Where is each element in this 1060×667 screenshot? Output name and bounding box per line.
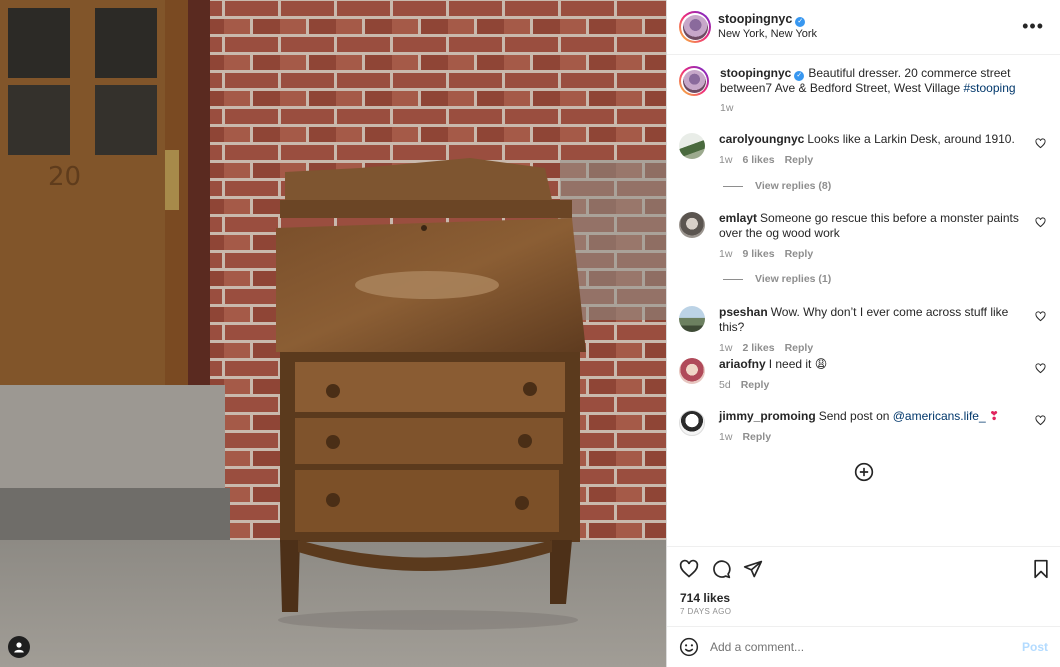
photo-illustration: 20 [0, 0, 666, 667]
view-replies-label: View replies (1) [755, 273, 832, 285]
post-button[interactable]: Post [1022, 640, 1048, 654]
plus-circle-icon[interactable] [854, 462, 874, 482]
comment-text: Send post on [818, 409, 893, 423]
comment-username[interactable]: carolyoungnyc [719, 132, 804, 146]
comment-time: 5d [719, 379, 731, 391]
caption-time: 1w [720, 102, 734, 114]
likes-count[interactable]: 714 likes [680, 591, 730, 605]
comment-time: 1w [719, 342, 733, 354]
view-replies-button[interactable]: View replies (1) [723, 273, 831, 285]
post-date: 7 DAYS AGO [680, 607, 732, 616]
comment-username[interactable]: pseshan [719, 305, 768, 319]
comment-username[interactable]: emlayt [719, 211, 757, 225]
bookmark-icon[interactable] [1031, 559, 1051, 579]
comment-icon[interactable] [711, 559, 731, 579]
comment-time: 1w [719, 248, 733, 260]
reply-button[interactable]: Reply [785, 342, 814, 354]
paper-plane-icon[interactable] [743, 559, 763, 579]
caption-username[interactable]: stoopingnyc [720, 66, 791, 80]
comment-item: jimmy_promoing Send post on @americans.li… [679, 409, 1048, 445]
comment-likes[interactable]: 6 likes [742, 154, 774, 166]
commenter-avatar[interactable] [679, 358, 705, 384]
emoji-icon[interactable] [679, 637, 699, 657]
comment-username[interactable]: jimmy_promoing [719, 409, 816, 423]
comment-composer: Post [667, 626, 1060, 667]
view-replies-button[interactable]: View replies (8) [723, 180, 831, 192]
heart-icon[interactable] [1035, 217, 1046, 228]
user-tag-icon[interactable] [8, 636, 30, 658]
reply-button[interactable]: Reply [785, 248, 814, 260]
owner-username[interactable]: stoopingnyc [718, 12, 792, 26]
comment-text: Looks like a Larkin Desk, around 1910. [807, 132, 1015, 146]
comments-list[interactable]: stoopingnyc ✓ Beautiful dresser. 20 commer… [667, 56, 1060, 546]
comment-item: pseshan Wow. Why don’t I ever come across… [679, 305, 1048, 356]
comment-input[interactable] [710, 640, 1000, 654]
commenter-avatar[interactable] [679, 212, 705, 238]
commenter-avatar[interactable] [679, 133, 705, 159]
comment-item: emlayt Someone go rescue this before a mo… [679, 211, 1048, 262]
comment-username[interactable]: ariaofny [719, 357, 766, 371]
reply-button[interactable]: Reply [785, 154, 814, 166]
reply-button[interactable]: Reply [741, 379, 770, 391]
door-number: 20 [48, 162, 81, 192]
post-actions: 714 likes 7 DAYS AGO [667, 546, 1060, 626]
post-header: stoopingnyc ✓ New York, New York ••• [667, 0, 1060, 55]
verified-badge-icon: ✓ [794, 71, 805, 81]
heart-icon[interactable] [1035, 363, 1046, 374]
comment-time: 1w [719, 431, 733, 443]
caption-avatar[interactable] [679, 66, 709, 96]
comment-time: 1w [719, 154, 733, 166]
heart-exclamation-emoji: ❣ [985, 409, 1000, 423]
post-photo[interactable]: 20 [0, 0, 666, 667]
heart-icon[interactable] [1035, 311, 1046, 322]
caption-hashtag[interactable]: #stooping [964, 81, 1016, 95]
caption: stoopingnyc ✓ Beautiful dresser. 20 commer… [679, 66, 1048, 116]
commenter-avatar[interactable] [679, 306, 705, 332]
commenter-avatar[interactable] [679, 410, 705, 436]
comment-text: I need it 😩 [768, 357, 828, 371]
post-location[interactable]: New York, New York [718, 27, 817, 42]
comment-likes[interactable]: 2 likes [742, 342, 774, 354]
post-side-panel: stoopingnyc ✓ New York, New York ••• stoo… [666, 0, 1060, 667]
comment-likes[interactable]: 9 likes [742, 248, 774, 260]
heart-icon[interactable] [1035, 415, 1046, 426]
view-replies-label: View replies (8) [755, 180, 832, 192]
reply-button[interactable]: Reply [742, 431, 771, 443]
more-options-icon[interactable]: ••• [1022, 17, 1044, 35]
heart-icon[interactable] [1035, 138, 1046, 149]
comment-item: ariaofny I need it 😩 5d Reply [679, 357, 1048, 393]
comment-text: Someone go rescue this before a monster … [719, 211, 1019, 240]
owner-avatar[interactable] [679, 11, 711, 43]
heart-icon[interactable] [679, 559, 699, 579]
comment-mention[interactable]: @americans.life_ [893, 409, 986, 423]
verified-badge-icon: ✓ [795, 17, 806, 27]
comment-item: carolyoungnyc Looks like a Larkin Desk, a… [679, 132, 1048, 168]
